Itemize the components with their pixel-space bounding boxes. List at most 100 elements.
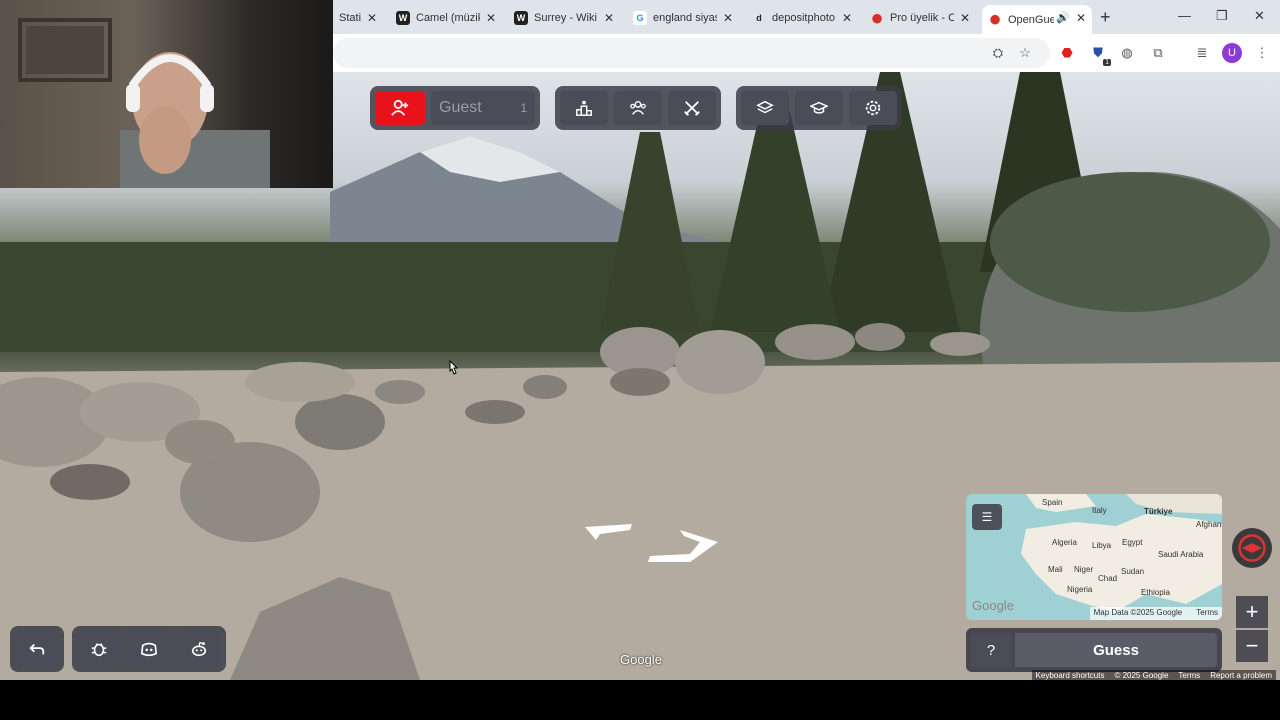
compass-icon [1238,534,1266,562]
add-user-icon [391,99,409,116]
map-label: Mali [1048,565,1063,574]
tab-stati[interactable]: Stati ✕ [333,5,383,31]
minimap[interactable]: ☰ Spain Türkiye Italy Algeria Libya Egyp… [966,494,1222,620]
multiplayer-button[interactable] [614,91,662,125]
map-settings-button[interactable]: ☰ [972,504,1002,530]
puzzle-icon[interactable]: ⧉ [1148,43,1168,63]
tab-camel[interactable]: W Camel (müzik ✕ [390,5,502,31]
wikipedia-icon: W [514,11,528,25]
tab-label: depositphoto [772,12,835,24]
terms-link[interactable]: Terms [1178,671,1200,681]
return-button[interactable] [15,631,59,667]
player-panel: Guest 1 [370,86,540,130]
help-button[interactable]: ? [971,633,1011,667]
minimize-icon[interactable]: — [1178,8,1191,23]
guess-button[interactable]: Guess [1015,633,1217,667]
discord-button[interactable] [127,631,171,667]
layers-button[interactable] [741,91,789,125]
sliders-icon: ☰ [981,510,993,524]
map-label: Spain [1042,498,1063,507]
map-label: Algeria [1052,538,1077,547]
tab-openguessr[interactable]: ⬤ OpenGue 🔊 ✕ [982,5,1092,34]
restore-icon[interactable]: ❐ [1216,8,1228,24]
close-icon[interactable]: ✕ [484,11,498,25]
crossed-swords-icon [684,101,700,116]
close-icon[interactable]: ✕ [602,11,616,25]
settings-button[interactable] [849,91,897,125]
add-player-button[interactable] [375,91,425,125]
social-panel [72,626,226,672]
map-pin-icon: ⬤ [871,12,883,23]
screen: Stati ✕ W Camel (müzik ✕ W Surrey - Wiki… [0,0,1280,720]
guest-label: Guest [439,99,482,116]
close-window-icon[interactable]: ✕ [1254,8,1265,24]
map-label: Italy [1092,506,1107,515]
tab-surrey[interactable]: W Surrey - Wiki ✕ [508,5,620,31]
copyright-text: © 2025 Google [1114,671,1169,680]
avatar-initial: U [1228,47,1236,59]
reddit-icon [191,641,207,657]
bug-icon [91,643,107,657]
map-label: Chad [1098,574,1118,583]
minimap-attribution: Map Data ©2025 Google Terms [1089,607,1222,620]
google-icon: G [633,11,647,25]
graduation-cap-icon [810,101,828,114]
map-label: Afghani [1196,520,1222,529]
close-icon[interactable]: ✕ [721,11,735,25]
adblock-icon[interactable]: ⬣ [1057,43,1077,63]
address-bar[interactable] [333,38,1050,68]
map-terms-link[interactable]: Terms [1196,608,1218,619]
map-label: Sudan [1121,567,1145,576]
star-icon[interactable]: ☆ [1015,43,1035,63]
minimap-google-logo: Google [972,598,1014,613]
undo-arrow-icon [29,643,45,655]
close-icon[interactable]: ✕ [1074,11,1088,25]
reddit-button[interactable] [177,631,221,667]
tab-depositphoto[interactable]: d depositphoto ✕ [746,5,858,31]
keyboard-shortcuts-link[interactable]: Keyboard shortcuts [1036,671,1105,681]
battle-button[interactable] [668,91,716,125]
map-data-text: Map Data ©2025 Google [1093,608,1183,617]
map-label: Libya [1092,541,1112,550]
map-pin-icon: ⬤ [989,14,1001,24]
zoom-out-button[interactable]: − [1236,630,1268,662]
map-label: Ethiopia [1141,588,1170,597]
group-icon [630,100,646,115]
guest-name-box[interactable]: Guest 1 [431,91,535,125]
mode-panel [555,86,721,130]
close-icon[interactable]: ✕ [365,11,379,25]
tab-england[interactable]: G england siyas ✕ [627,5,739,31]
speaker-icon[interactable]: 🔊 [1056,11,1070,24]
settings-panel [736,86,902,130]
extension-badge: 1 [1103,59,1111,66]
close-icon[interactable]: ✕ [840,11,854,25]
podium-button[interactable] [560,91,608,125]
bug-report-button[interactable] [77,631,121,667]
translate-icon[interactable]: ⛭ [988,43,1008,63]
zoom-in-button[interactable]: + [1236,596,1268,628]
gear-icon [865,100,881,116]
map-label: Niger [1074,565,1094,574]
tab-label: england siyas [653,12,717,24]
google-logo: Google [620,652,662,667]
new-tab-button[interactable]: + [1100,7,1111,28]
globe-icon[interactable]: ◍ [1117,43,1137,63]
close-icon[interactable]: ✕ [958,11,972,25]
tab-label: OpenGue [1008,13,1054,26]
menu-icon[interactable]: ⋮ [1252,43,1272,63]
compass-button[interactable] [1232,528,1272,568]
avatar[interactable]: U [1222,43,1242,63]
wikipedia-icon: W [396,11,410,25]
report-problem-link[interactable]: Report a problem [1210,671,1272,681]
streetview-footer: Keyboard shortcuts © 2025 Google Terms R… [1031,670,1276,682]
podium-icon [576,100,592,116]
tab-pro-uyelik[interactable]: ⬤ Pro üyelik - C ✕ [864,5,976,31]
learn-button[interactable] [795,91,843,125]
bottom-bar [0,680,1280,720]
map-label: Nigeria [1067,585,1093,594]
layers-icon [756,100,774,114]
tab-label: Stati [339,12,362,24]
guess-panel: ? Guess [966,628,1222,672]
media-control-icon[interactable]: ≣ [1192,43,1212,63]
extension-shield-icon[interactable]: ⛊ 1 [1088,43,1111,66]
